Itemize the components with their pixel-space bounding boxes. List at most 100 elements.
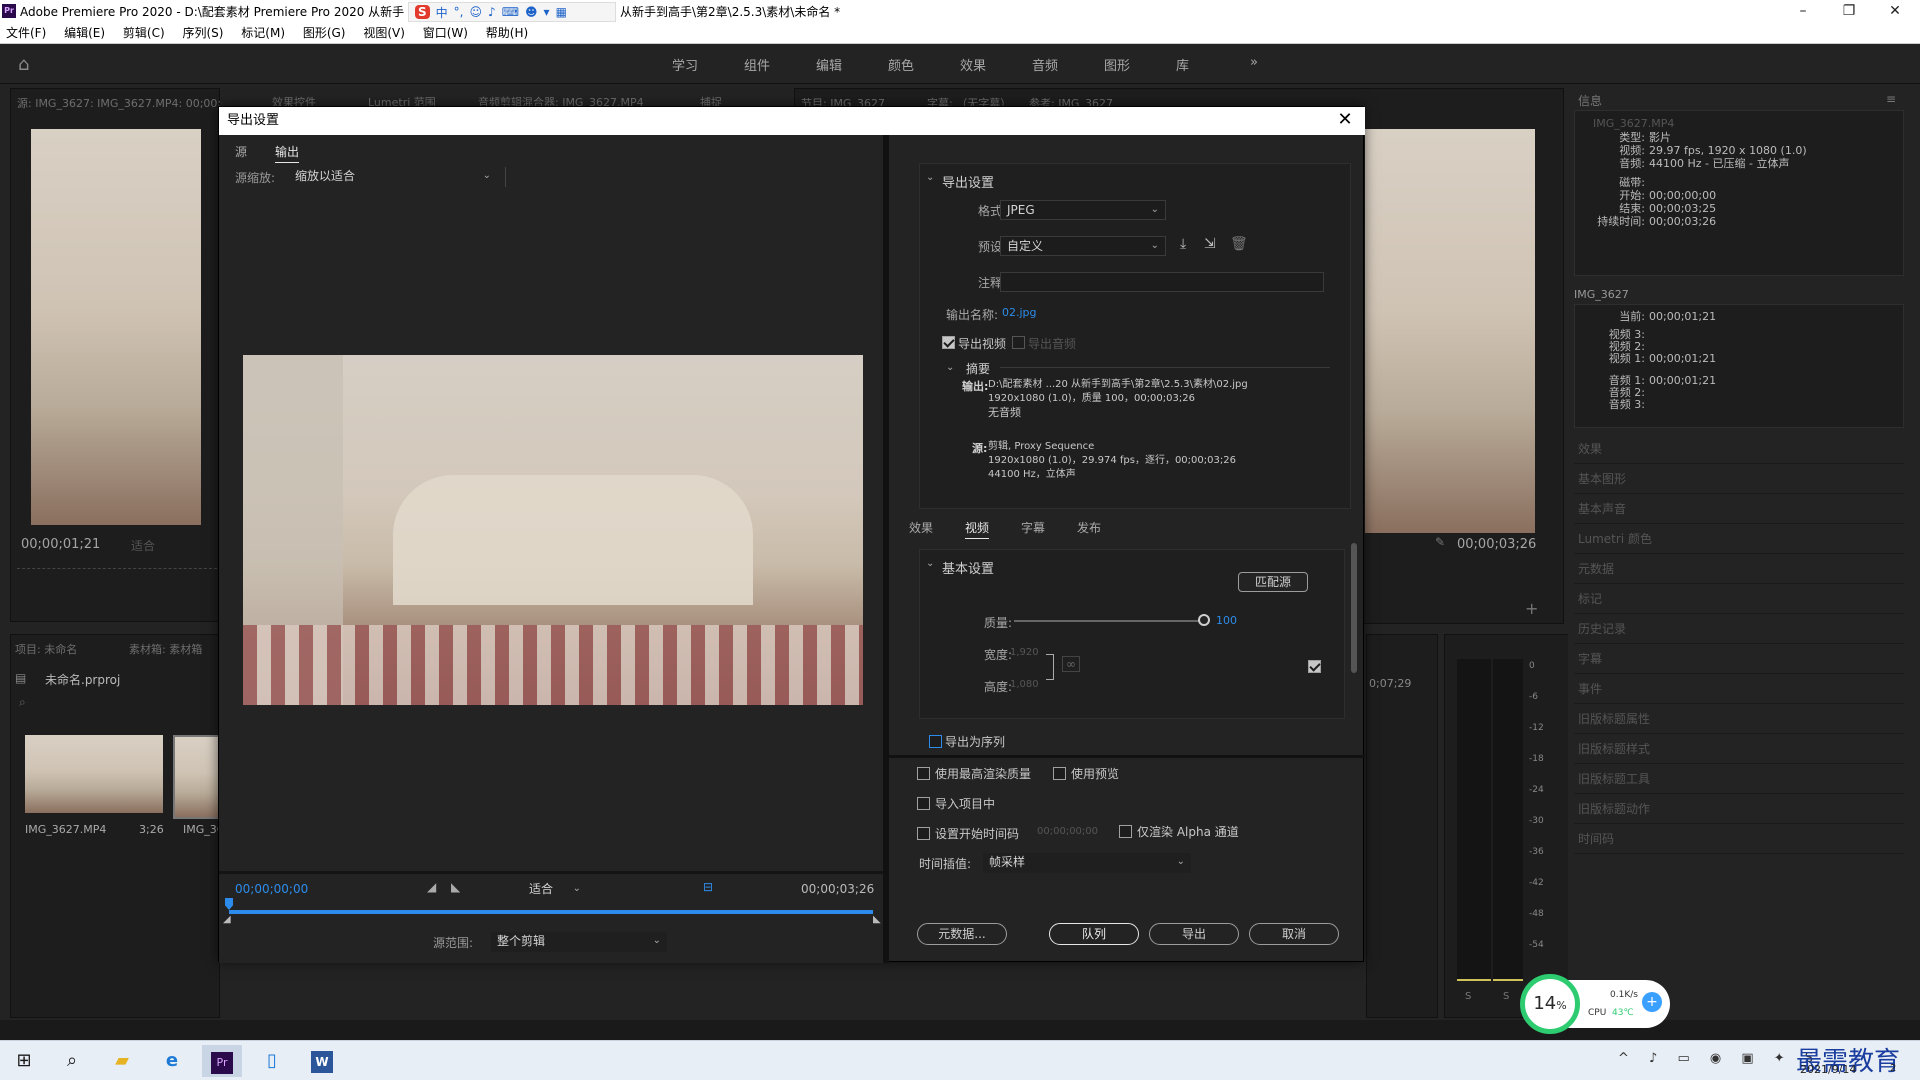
meter-solo-left[interactable]: S	[1465, 991, 1471, 1002]
dialog-close-icon[interactable]: ✕	[1333, 109, 1357, 133]
preset-dropdown[interactable]: 自定义 ⌄	[1000, 236, 1166, 256]
meter-solo-right[interactable]: S	[1503, 991, 1509, 1002]
set-start-timecode-checkbox[interactable]	[917, 827, 930, 840]
workspace-editing[interactable]: 编辑	[816, 55, 842, 74]
tab-output[interactable]: 输出	[275, 143, 300, 163]
settings-scrollbar[interactable]	[1351, 543, 1357, 673]
collapse-chevron-icon[interactable]: ⌄	[926, 558, 934, 569]
search-icon[interactable]: ⌕	[19, 695, 26, 710]
export-audio-checkbox[interactable]	[1012, 336, 1025, 349]
panel-essential-graphics[interactable]: 基本图形	[1574, 464, 1904, 494]
menu-clip[interactable]: 剪辑(C)	[123, 24, 165, 42]
quality-slider-thumb[interactable]	[1198, 614, 1210, 626]
panel-legacy-title-actions[interactable]: 旧版标题动作	[1574, 794, 1904, 824]
clip2-thumbnail[interactable]	[173, 735, 221, 819]
menu-edit[interactable]: 编辑(E)	[64, 24, 105, 42]
start-timecode-value[interactable]: 00;00;00;00	[1037, 826, 1098, 837]
menu-marker[interactable]: 标记(M)	[241, 24, 285, 42]
width-value[interactable]: 1,920	[1010, 647, 1039, 658]
time-interpolation-dropdown[interactable]: 帧采样 ⌄	[983, 853, 1191, 873]
export-range-bar[interactable]	[229, 910, 873, 914]
panel-events[interactable]: 事件	[1574, 674, 1904, 704]
metadata-button[interactable]: 元数据...	[917, 923, 1007, 945]
panel-legacy-title-properties[interactable]: 旧版标题属性	[1574, 704, 1904, 734]
system-monitor-widget[interactable]: 14% 0.1K/s CPU 43℃ +	[1520, 974, 1670, 1034]
boost-icon[interactable]: +	[1642, 992, 1662, 1012]
alpha-only-checkbox[interactable]	[1119, 825, 1132, 838]
panel-captions[interactable]: 字幕	[1574, 644, 1904, 674]
mark-in-icon[interactable]: ◢	[427, 880, 436, 894]
export-button[interactable]: 导出	[1149, 923, 1239, 945]
save-preset-icon[interactable]: ⤓	[1180, 236, 1186, 252]
format-dropdown[interactable]: JPEG ⌄	[1000, 200, 1166, 220]
queue-button[interactable]: 队列	[1049, 923, 1139, 945]
source-time-ruler[interactable]	[17, 559, 217, 569]
search-icon[interactable]: ⌕	[52, 1045, 92, 1077]
skin-icon[interactable]: ▾	[544, 5, 550, 19]
tablet-app-icon[interactable]: ▯	[252, 1045, 292, 1077]
menu-window[interactable]: 窗口(W)	[423, 24, 468, 42]
summary-chevron-icon[interactable]: ⌄	[946, 362, 954, 373]
ime-chinese-mode[interactable]: 中	[436, 4, 448, 21]
match-source-button[interactable]: 匹配源	[1238, 572, 1308, 592]
max-render-quality-checkbox[interactable]	[917, 767, 930, 780]
fit-dropdown[interactable]: 适合 ⌄	[523, 880, 587, 900]
menu-view[interactable]: 视图(V)	[363, 24, 405, 42]
import-preset-icon[interactable]: ⇲	[1204, 236, 1216, 252]
clip-name[interactable]: IMG_3627.MP4	[25, 823, 106, 836]
tab-video[interactable]: 视频	[965, 519, 990, 539]
cancel-button[interactable]: 取消	[1249, 923, 1339, 945]
source-range-dropdown[interactable]: 整个剪辑 ⌄	[491, 932, 667, 952]
emoji-icon[interactable]: ☺	[470, 5, 483, 19]
panel-menu-icon[interactable]: ≡	[1886, 92, 1896, 106]
menu-graphics[interactable]: 图形(G)	[303, 24, 346, 42]
timecode-start[interactable]: 00;00;00;00	[235, 882, 308, 896]
user-icon[interactable]: ☻	[525, 5, 538, 19]
notification-badge[interactable]: 2	[1890, 1063, 1896, 1074]
media-browser-tab[interactable]: 素材箱: 素材箱	[129, 641, 202, 657]
workspace-audio[interactable]: 音频	[1032, 55, 1058, 74]
export-as-sequence-checkbox[interactable]	[929, 735, 942, 748]
collapse-chevron-icon[interactable]: ⌄	[926, 172, 934, 183]
playhead-icon[interactable]	[225, 898, 233, 910]
output-name-link[interactable]: 02.jpg	[1002, 306, 1037, 319]
panel-legacy-title-styles[interactable]: 旧版标题样式	[1574, 734, 1904, 764]
panel-metadata[interactable]: 元数据	[1574, 554, 1904, 584]
minimize-button[interactable]: –	[1780, 0, 1826, 24]
home-icon[interactable]: ⌂	[18, 54, 29, 75]
panel-timecode[interactable]: 时间码	[1574, 824, 1904, 854]
edge-browser-icon[interactable]: e	[152, 1045, 192, 1077]
panel-essential-sound[interactable]: 基本声音	[1574, 494, 1904, 524]
source-scale-dropdown[interactable]: 缩放以适合 ⌄	[289, 167, 497, 187]
close-window-button[interactable]: ✕	[1872, 0, 1918, 24]
comment-input[interactable]	[1000, 272, 1324, 292]
tab-captions[interactable]: 字幕	[1021, 519, 1045, 536]
workspace-effects[interactable]: 效果	[960, 55, 986, 74]
windows-start-icon[interactable]: ⊞	[4, 1045, 44, 1077]
import-into-project-checkbox[interactable]	[917, 797, 930, 810]
delete-preset-icon[interactable]: 🗑	[1230, 236, 1248, 252]
workspace-color[interactable]: 颜色	[888, 55, 914, 74]
mark-out-icon[interactable]: ◣	[451, 880, 460, 894]
grid-icon[interactable]: ▦	[556, 5, 567, 19]
punctuation-icon[interactable]: °,	[454, 5, 464, 19]
menu-help[interactable]: 帮助(H)	[486, 24, 528, 42]
menu-sequence[interactable]: 序列(S)	[182, 24, 223, 42]
tray-icons[interactable]: ^ ♪ ▭ ◉ ▣ ✦ S	[1618, 1051, 1821, 1066]
workspace-libraries[interactable]: 库	[1176, 55, 1189, 74]
use-preview-checkbox[interactable]	[1053, 767, 1066, 780]
keyboard-icon[interactable]: ⌨	[502, 5, 519, 19]
panel-effects[interactable]: 效果	[1574, 434, 1904, 464]
tab-effects[interactable]: 效果	[909, 519, 933, 536]
project-tab[interactable]: 项目: 未命名	[15, 641, 77, 657]
source-timecode[interactable]: 00;00;01;21	[21, 537, 100, 552]
word-icon[interactable]: W	[302, 1045, 342, 1077]
panel-history[interactable]: 历史记录	[1574, 614, 1904, 644]
chain-link-icon[interactable]: ∞	[1062, 656, 1080, 672]
menu-file[interactable]: 文件(F)	[6, 24, 46, 42]
more-workspaces-icon[interactable]: »	[1250, 55, 1258, 70]
ime-toolbar[interactable]: S 中 °, ☺ ♪ ⌨ ☻ ▾ ▦	[408, 2, 616, 22]
workspace-graphics[interactable]: 图形	[1104, 55, 1130, 74]
range-in-handle-icon[interactable]: ◢	[223, 914, 231, 925]
panel-markers[interactable]: 标记	[1574, 584, 1904, 614]
